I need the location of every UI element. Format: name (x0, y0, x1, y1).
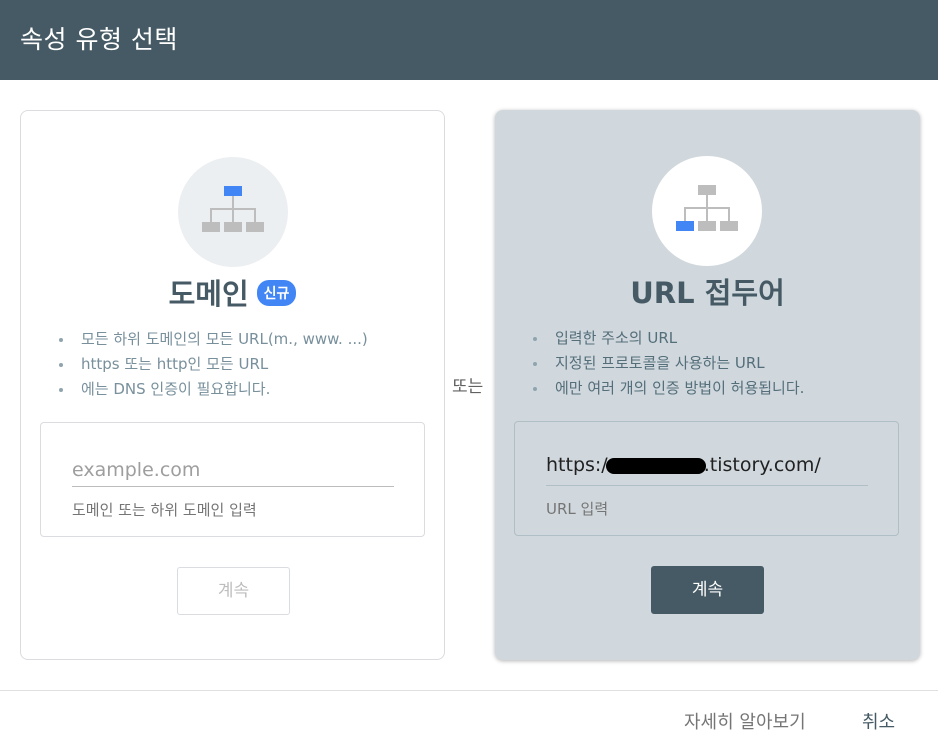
list-item: 입력한 주소의 URL (533, 326, 804, 351)
domain-card[interactable]: 도메인 신규 모든 하위 도메인의 모든 URL(m., www. ...) ht… (20, 110, 445, 660)
url-value-suffix: .tistory.com/ (703, 454, 821, 476)
url-prefix-card[interactable]: URL 접두어 입력한 주소의 URL 지정된 프로토콜을 사용하는 URL 에… (495, 110, 920, 660)
dialog-header: 속성 유형 선택 (0, 0, 938, 80)
list-item: https 또는 http인 모든 URL (59, 352, 368, 377)
sitemap-icon (202, 186, 264, 232)
url-input-box: https:/ .tistory.com/ URL 입력 (514, 421, 899, 536)
domain-input[interactable] (72, 453, 394, 487)
dialog-title: 속성 유형 선택 (20, 25, 178, 54)
domain-title-text: 도메인 (168, 277, 249, 311)
redacted-text (605, 457, 706, 474)
domain-card-title: 도메인 신규 (21, 271, 444, 313)
domain-input-help: 도메인 또는 하위 도메인 입력 (72, 501, 257, 519)
sitemap-icon (676, 185, 738, 231)
list-item: 지정된 프로토콜을 사용하는 URL (533, 351, 804, 376)
url-input[interactable]: https:/ .tistory.com/ (546, 454, 868, 486)
new-badge: 신규 (256, 280, 297, 306)
url-card-title: URL 접두어 (630, 276, 785, 310)
footer-divider (0, 690, 938, 691)
domain-continue-button[interactable]: 계속 (177, 567, 290, 615)
or-separator: 또는 (452, 377, 484, 397)
list-item: 에만 여러 개의 인증 방법이 허용됩니다. (533, 376, 804, 401)
url-icon-circle (652, 156, 762, 266)
url-feature-list: 입력한 주소의 URL 지정된 프로토콜을 사용하는 URL 에만 여러 개의 … (533, 326, 804, 401)
url-continue-button[interactable]: 계속 (651, 566, 764, 614)
list-item: 에는 DNS 인증이 필요합니다. (59, 377, 368, 402)
url-input-help: URL 입력 (546, 500, 609, 518)
cancel-button[interactable]: 취소 (862, 708, 895, 734)
list-item: 모든 하위 도메인의 모든 URL(m., www. ...) (59, 327, 368, 352)
url-value-prefix: https:/ (546, 454, 608, 476)
domain-input-box: 도메인 또는 하위 도메인 입력 (40, 422, 425, 537)
domain-icon-circle (178, 157, 288, 267)
domain-feature-list: 모든 하위 도메인의 모든 URL(m., www. ...) https 또는… (59, 327, 368, 402)
learn-more-link[interactable]: 자세히 알아보기 (684, 708, 806, 734)
